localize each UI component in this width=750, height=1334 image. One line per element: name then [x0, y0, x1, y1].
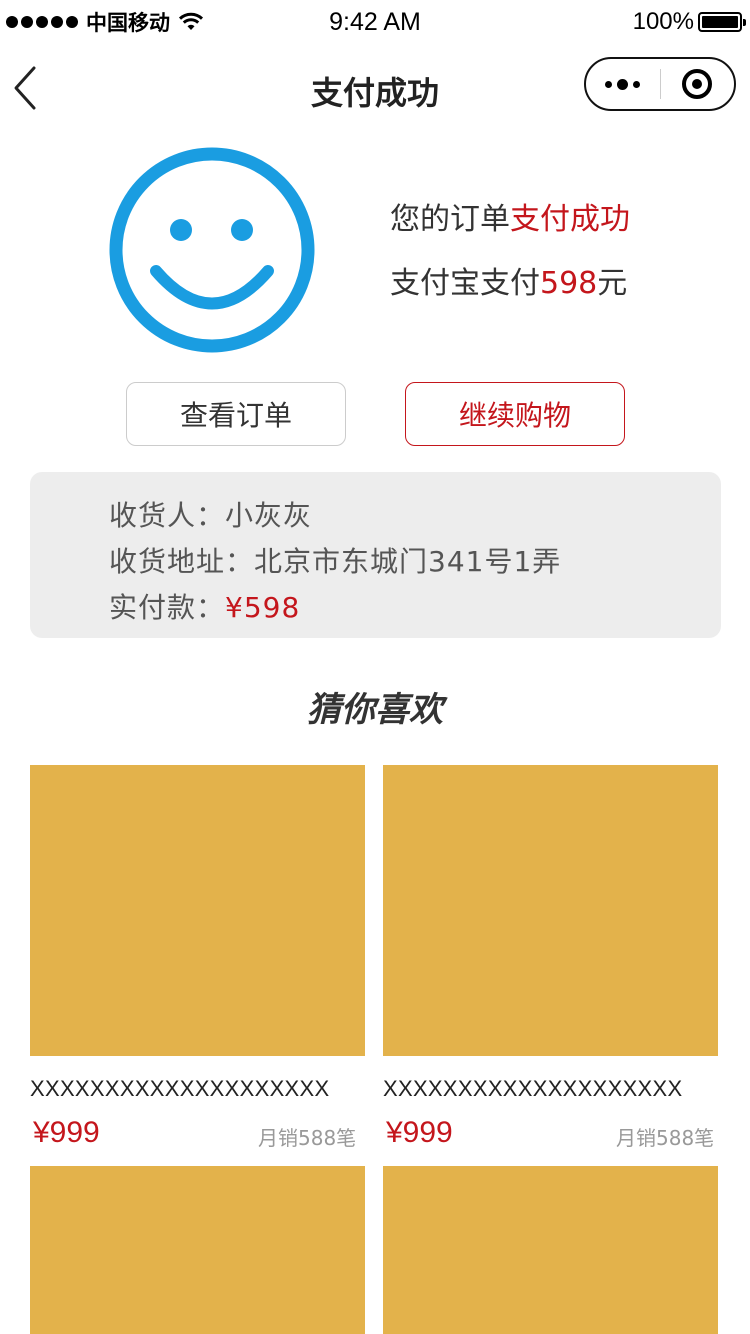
product-image[interactable] [30, 1166, 365, 1334]
paid-value: ¥598 [225, 591, 301, 624]
address-value: 北京市东城门341号1弄 [254, 545, 562, 578]
recommend-title: 猜你喜欢 [307, 690, 443, 730]
address-row: 收货地址：北京市东城门341号1弄 [109, 540, 561, 580]
payment-method: 支付宝支付 [390, 266, 540, 301]
payment-unit: 元 [597, 266, 628, 301]
battery-icon [698, 12, 746, 32]
mini-program-capsule [584, 57, 736, 111]
receiver-value: 小灰灰 [225, 499, 313, 532]
receiver-row: 收货人：小灰灰 [109, 494, 312, 534]
battery-info: 100% [632, 8, 746, 36]
product-sales: 月销588笔 [616, 1126, 715, 1150]
product-price: ¥999 [386, 1116, 453, 1149]
nav-bar: 支付成功 [0, 44, 750, 132]
payment-amount-text: 支付宝支付598元 [390, 258, 627, 302]
payment-amount: 598 [540, 266, 598, 301]
order-info-card: 收货人：小灰灰 收货地址：北京市东城门341号1弄 实付款：¥598 [30, 472, 721, 638]
order-status-highlight: 支付成功 [510, 202, 630, 237]
address-label: 收货地址： [109, 545, 255, 578]
receiver-label: 收货人： [109, 499, 226, 532]
paid-row: 实付款：¥598 [109, 586, 300, 626]
product-name[interactable]: XXXXXXXXXXXXXXXXXXXX [383, 1076, 682, 1102]
continue-shopping-button[interactable]: 继续购物 [405, 382, 625, 446]
status-bar: 中国移动 9:42 AM 100% [0, 0, 750, 44]
product-price: ¥999 [33, 1116, 100, 1149]
battery-percent: 100% [632, 8, 694, 35]
more-menu-icon[interactable] [586, 78, 660, 90]
paid-label: 实付款： [109, 591, 226, 624]
order-status-prefix: 您的订单 [390, 202, 510, 237]
product-image[interactable] [383, 765, 718, 1056]
view-order-button[interactable]: 查看订单 [126, 382, 346, 446]
close-mini-program-button[interactable] [661, 69, 735, 99]
product-image[interactable] [383, 1166, 718, 1334]
order-status-text: 您的订单支付成功 [390, 194, 630, 238]
product-sales: 月销588笔 [258, 1126, 357, 1150]
product-image[interactable] [30, 765, 365, 1056]
target-icon [682, 69, 713, 99]
product-name[interactable]: XXXXXXXXXXXXXXXXXXXX [30, 1076, 329, 1102]
smiley-icon [109, 147, 315, 353]
